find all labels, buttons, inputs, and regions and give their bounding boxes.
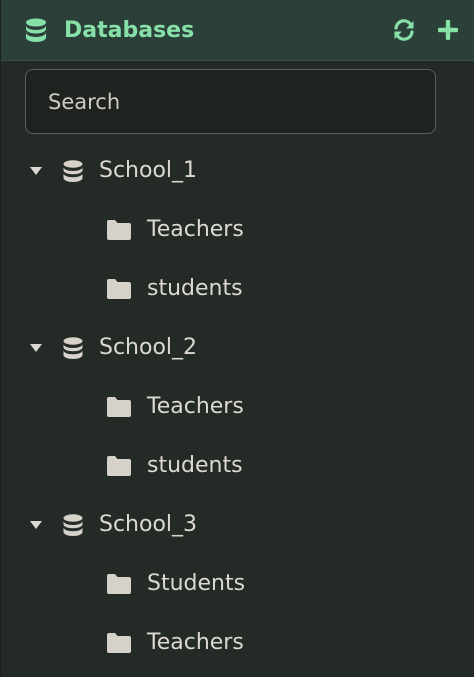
collection-row[interactable]: Students <box>1 554 474 613</box>
database-label: School_1 <box>99 158 198 183</box>
database-icon <box>63 336 83 359</box>
folder-icon <box>107 455 131 476</box>
panel-header: Databases <box>1 0 474 61</box>
database-label: School_3 <box>99 512 198 537</box>
collection-row[interactable]: Teachers <box>1 613 474 672</box>
databases-panel: Databases Search School_1 Teachers stude… <box>0 0 474 677</box>
folder-icon <box>107 278 131 299</box>
collection-label: Teachers <box>147 394 244 419</box>
folder-icon <box>107 573 131 594</box>
refresh-icon[interactable] <box>392 19 416 41</box>
database-row-school-3[interactable]: School_3 <box>1 495 474 554</box>
collection-row[interactable]: Teachers <box>1 200 474 259</box>
collection-row[interactable]: Teachers <box>1 377 474 436</box>
plus-icon[interactable] <box>438 20 458 40</box>
database-icon <box>25 18 47 42</box>
database-icon <box>63 159 83 182</box>
collection-label: Teachers <box>147 217 244 242</box>
database-label: School_2 <box>99 335 198 360</box>
database-row-school-1[interactable]: School_1 <box>1 141 474 200</box>
search-input[interactable] <box>25 69 436 134</box>
panel-title: Databases <box>64 17 195 43</box>
caret-down-icon[interactable] <box>29 164 43 178</box>
collection-label: students <box>147 453 243 478</box>
search-wrap <box>1 69 474 134</box>
caret-down-icon[interactable] <box>29 518 43 532</box>
folder-icon <box>107 219 131 240</box>
collection-label: students <box>147 276 243 301</box>
folder-icon <box>107 632 131 653</box>
collection-label: Students <box>147 571 246 596</box>
header-actions <box>392 19 474 41</box>
database-tree: School_1 Teachers students School_2 Teac… <box>1 141 474 672</box>
caret-down-icon[interactable] <box>29 341 43 355</box>
collection-row[interactable]: students <box>1 436 474 495</box>
folder-icon <box>107 396 131 417</box>
database-row-school-2[interactable]: School_2 <box>1 318 474 377</box>
collection-row[interactable]: students <box>1 259 474 318</box>
database-icon <box>63 513 83 536</box>
collection-label: Teachers <box>147 630 244 655</box>
